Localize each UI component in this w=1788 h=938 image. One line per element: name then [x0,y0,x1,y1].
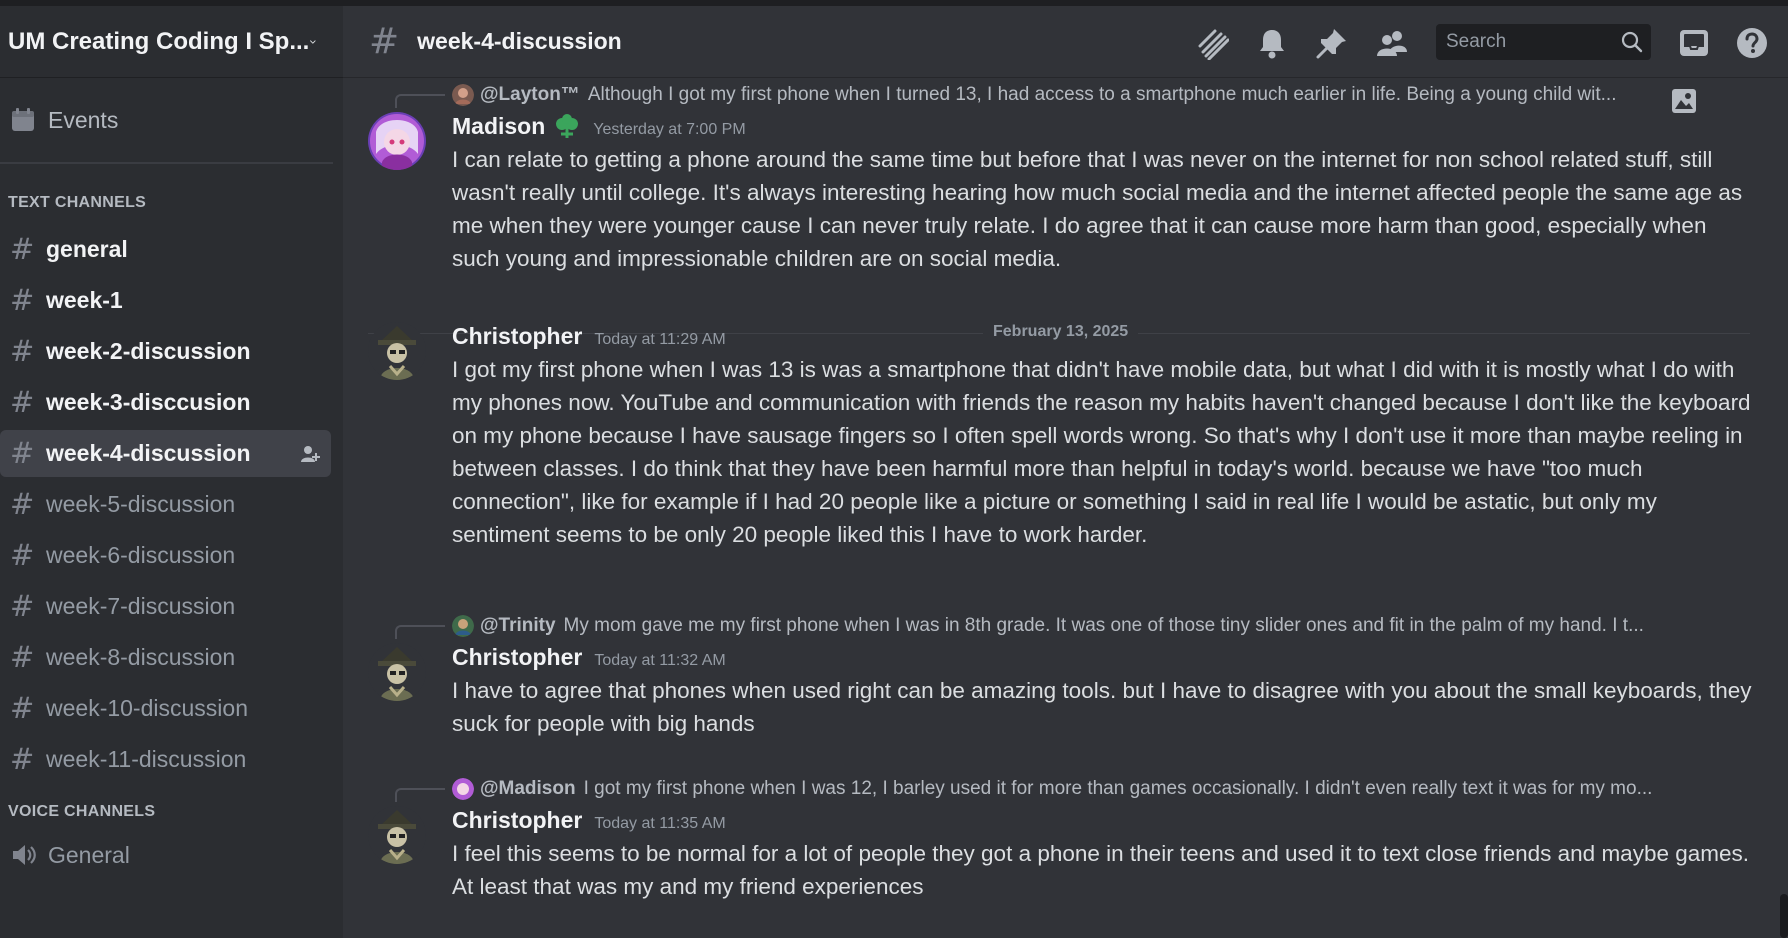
hash-icon: # [10,589,35,623]
scrollbar[interactable] [1780,894,1788,938]
voice-channel-name: General [48,841,130,868]
reply-author: @Trinity [480,615,556,636]
speaker-icon [13,845,36,865]
help-icon[interactable] [1735,26,1769,60]
search-icon[interactable] [1621,31,1643,53]
server-header[interactable]: UM Creating Coding I Sp... [0,6,343,78]
channel-week-11-discussion[interactable]: # week-11-discussion [0,736,331,783]
channel-name: week-10-discussion [46,695,248,721]
timestamp: Today at 11:29 AM [594,331,726,348]
channel-sidebar: UM Creating Coding I Sp... Events TEXT C… [0,6,343,938]
avatar[interactable] [368,806,426,864]
channel-name: week-4-discussion [46,440,251,466]
hash-icon: # [10,487,35,521]
channel-week-10-discussion[interactable]: # week-10-discussion [0,685,331,732]
channel-name: general [46,236,128,262]
timestamp: Today at 11:32 AM [594,652,726,669]
reply-preview[interactable]: @Layton™ Although I got my first phone w… [452,82,1672,108]
member-list-icon[interactable] [1375,26,1409,60]
message-body: I feel this seems to be normal for a lot… [452,841,1750,899]
message-header: Christopher Today at 11:32 AM [452,644,726,671]
message-header: Christopher Today at 11:35 AM [452,807,726,834]
channel-name: week-2-discussion [46,338,251,364]
timestamp: Today at 11:35 AM [594,815,726,832]
hash-icon: # [10,283,35,317]
inbox-icon[interactable] [1677,26,1711,60]
author-name[interactable]: Christopher [452,644,582,671]
channel-week-8-discussion[interactable]: # week-8-discussion [0,634,331,681]
pin-icon[interactable] [1315,26,1349,60]
image-icon [1672,89,1696,113]
channel-name: week-5-discussion [46,491,236,517]
channel-name: week-1 [46,287,123,313]
voice-channel-general[interactable]: General [0,833,343,877]
channel-week-1[interactable]: # week-1 [0,277,331,324]
reply-spine [395,625,445,639]
channel-week-2-discussion[interactable]: # week-2-discussion [0,328,331,375]
avatar[interactable] [368,112,426,170]
reply-author: @Madison [480,778,576,799]
reply-text: My mom gave me my first phone when I was… [563,615,1644,636]
avatar[interactable] [368,643,426,701]
voice-channels-category[interactable]: VOICE CHANNELS [0,803,343,821]
threads-icon[interactable] [1195,26,1229,60]
author-name[interactable]: Madison [452,113,545,140]
channel-name: week-7-discussion [46,593,236,619]
avatar-mini [452,84,474,106]
server-name: UM Creating Coding I Sp... [8,27,310,55]
calendar-icon [12,108,34,131]
role-badge-icon [556,113,579,138]
message-body: I got my first phone when I was 13 is wa… [452,357,1751,547]
search-box[interactable] [1436,24,1651,60]
avatar[interactable] [368,322,426,380]
hash-icon: # [10,691,35,725]
message-body: I can relate to getting a phone around t… [452,147,1743,271]
channel-name: week-3-disccusion [46,389,251,415]
chat-area: # week-4-discussion Search @Layton™ Alth… [343,6,1788,938]
chevron-down-icon[interactable] [309,32,317,52]
hash-icon: # [10,232,35,266]
invite-member-icon[interactable] [299,443,321,465]
channel-week-5-discussion[interactable]: # week-5-discussion [0,481,331,528]
channel-name: week-11-discussion [46,746,247,772]
author-name[interactable]: Christopher [452,807,582,834]
reply-spine [395,788,445,802]
channel-general[interactable]: # general [0,226,331,273]
reply-spine [395,94,445,108]
message-header: Christopher Today at 11:29 AM [452,323,726,350]
date-divider-label: February 13, 2025 [983,323,1139,341]
channel-week-4-discussion[interactable]: # week-4-discussion [0,430,331,477]
reply-preview[interactable]: @Trinity My mom gave me my first phone w… [452,613,1712,639]
author-name[interactable]: Christopher [452,323,582,350]
message-body: I have to agree that phones when used ri… [452,678,1752,736]
hash-icon: # [10,538,35,572]
events-item[interactable]: Events [0,78,333,164]
channel-title: week-4-discussion [417,28,622,54]
avatar-mini [452,778,474,800]
channel-week-3-disccusion[interactable]: # week-3-disccusion [0,379,331,426]
hash-icon: # [10,334,35,368]
reply-author: @Layton™ [480,84,580,105]
channel-week-7-discussion[interactable]: # week-7-discussion [0,583,331,630]
text-channels-category[interactable]: TEXT CHANNELS [0,194,343,212]
hash-icon: # [369,20,400,62]
hash-icon: # [10,385,35,419]
search-input[interactable] [1446,31,1616,53]
hash-icon: # [10,640,35,674]
events-label: Events [48,106,119,133]
bell-icon[interactable] [1255,26,1289,60]
hash-icon: # [10,436,35,470]
timestamp: Yesterday at 7:00 PM [593,121,746,138]
channel-week-6-discussion[interactable]: # week-6-discussion [0,532,331,579]
channel-name: week-8-discussion [46,644,236,670]
message-list: @Layton™ Although I got my first phone w… [343,78,1788,938]
message-header: Madison Yesterday at 7:00 PM [452,113,746,140]
avatar-mini [452,615,474,637]
channel-name: week-6-discussion [46,542,236,568]
reply-text: I got my first phone when I was 12, I ba… [583,778,1653,799]
reply-preview[interactable]: @Madison I got my first phone when I was… [452,776,1712,802]
hash-icon: # [10,742,35,776]
reply-text: Although I got my first phone when I tur… [587,84,1617,105]
